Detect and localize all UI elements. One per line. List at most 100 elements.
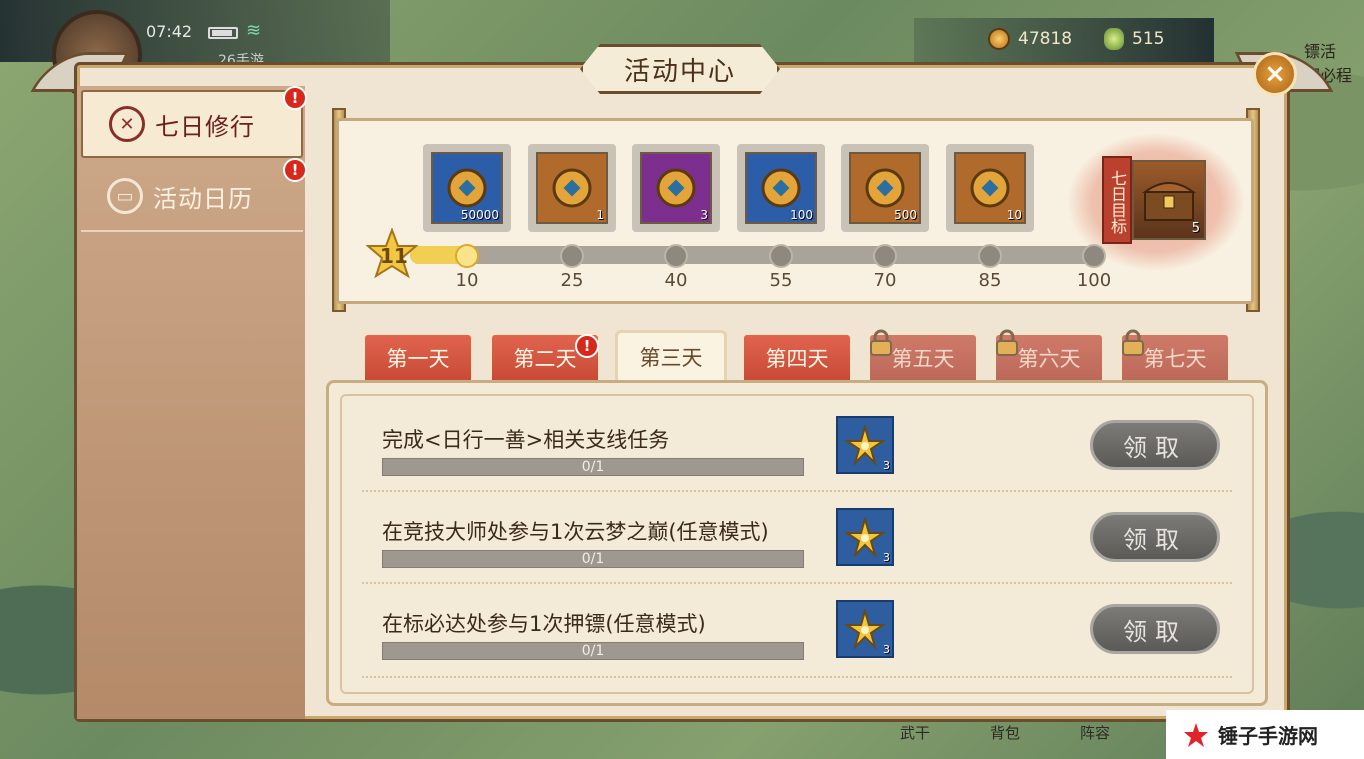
lock-icon — [996, 329, 1018, 356]
reward-frame: 3 — [640, 152, 712, 224]
task-reward-item[interactable]: 3 — [836, 508, 894, 566]
bottom-nav-item[interactable]: 武干 — [900, 722, 930, 743]
task-reward-qty: 3 — [883, 643, 890, 656]
progress-tick-label: 100 — [1076, 270, 1112, 291]
alert-badge-icon: ! — [283, 86, 307, 110]
reward-frame: 1 — [536, 152, 608, 224]
coin-counter: 47818 — [988, 28, 1072, 50]
close-icon: × — [1264, 59, 1286, 89]
tab-day-1[interactable]: 第一天 — [362, 332, 474, 384]
reward-frame: 100 — [745, 152, 817, 224]
claim-button[interactable]: 领取 — [1090, 420, 1220, 470]
claim-button[interactable]: 领取 — [1090, 512, 1220, 562]
progress-node — [873, 244, 897, 268]
progress-node — [664, 244, 688, 268]
sidebar-item-label: 七日修行 — [155, 112, 255, 141]
progress-tick-label: 85 — [978, 270, 1002, 291]
lock-icon — [1122, 329, 1144, 356]
alert-badge-icon: ! — [283, 158, 307, 182]
task-progress-text: 0/1 — [581, 643, 605, 659]
task-reward-item[interactable]: 3 — [836, 600, 894, 658]
seven-day-goal-label: 七日目标 — [1102, 156, 1132, 244]
task-title: 在标必达处参与1次押镖(任意模式) — [382, 612, 706, 636]
title-plate: 活动中心 — [580, 44, 780, 94]
reward-item[interactable]: 50000 — [423, 144, 511, 232]
sidebar-divider — [81, 230, 303, 232]
chest-icon — [970, 168, 1010, 208]
watermark-text: 锤子手游网 — [1218, 724, 1318, 748]
progress-node — [560, 244, 584, 268]
claim-button[interactable]: 领取 — [1090, 604, 1220, 654]
calendar-icon: ▭ — [107, 178, 143, 214]
bottom-nav-item[interactable]: 背包 — [990, 722, 1020, 743]
tab-day-4[interactable]: 第四天 — [741, 332, 853, 384]
task-reward-qty: 3 — [883, 551, 890, 564]
hero-portrait-icon — [552, 168, 592, 208]
task-progress-bar: 0/1 — [382, 458, 804, 476]
jade-counter: 515 — [1104, 28, 1164, 50]
reward-item[interactable]: 3 — [632, 144, 720, 232]
tab-day-6[interactable]: 第六天 — [993, 329, 1105, 384]
progress-node — [769, 244, 793, 268]
crystal-icon — [761, 168, 801, 208]
reward-item[interactable]: 10 — [946, 144, 1034, 232]
sidebar-item-label: 活动日历 — [153, 184, 253, 213]
panel-title: 活动中心 — [623, 56, 736, 87]
reward-qty: 10 — [1006, 208, 1022, 222]
pinwheel-icon — [845, 517, 885, 557]
watermark: 锤子手游网 — [1166, 710, 1364, 759]
task-title: 在竞技大师处参与1次云梦之巅(任意模式) — [382, 520, 769, 544]
close-button[interactable]: × — [1253, 52, 1297, 96]
progress-node — [1082, 244, 1106, 268]
tab-day-5[interactable]: 第五天 — [867, 329, 979, 384]
pinwheel-icon — [845, 425, 885, 465]
sidebar: ✕ 七日修行 ▭ 活动日历 — [77, 86, 305, 719]
tab-label: 第二天 — [513, 347, 577, 371]
watermark-logo-icon — [1184, 722, 1208, 747]
reward-qty: 50000 — [460, 208, 499, 222]
sidebar-item-seven-day[interactable]: ✕ 七日修行 — [81, 90, 303, 158]
progress-node — [455, 244, 479, 268]
reward-frame: 500 — [849, 152, 921, 224]
coin-icon — [988, 28, 1010, 50]
reward-qty: 1 — [596, 208, 604, 222]
coin-amount: 47818 — [1018, 29, 1073, 49]
side-event-line1: 镖活 — [1304, 42, 1337, 61]
clock-text: 07:42 — [146, 22, 193, 41]
progress-tick-label: 70 — [873, 270, 897, 291]
sidebar-item-calendar[interactable]: ▭ 活动日历 — [81, 162, 303, 230]
seven-day-icon: ✕ — [109, 106, 145, 142]
reward-item[interactable]: 1 — [528, 144, 616, 232]
alert-badge-icon: ! — [575, 334, 599, 358]
task-progress-bar: 0/1 — [382, 642, 804, 660]
tab-label: 第一天 — [386, 347, 450, 371]
reward-qty: 500 — [894, 208, 917, 222]
gift-bag-icon — [656, 168, 696, 208]
task-divider — [362, 676, 1232, 678]
task-divider — [362, 582, 1232, 584]
reward-qty: 100 — [790, 208, 813, 222]
bottom-nav-item[interactable]: 阵容 — [1080, 722, 1110, 743]
bottom-nav: 武干 背包 阵容 — [900, 722, 1110, 743]
progress-tick-label: 10 — [455, 270, 479, 291]
task-title: 完成<日行一善>相关支线任务 — [382, 428, 670, 452]
goal-chest[interactable]: 5 — [1132, 160, 1206, 240]
goal-chest-qty: 5 — [1191, 221, 1200, 236]
progress-tick-label: 40 — [664, 270, 688, 291]
chest-icon — [1142, 182, 1196, 221]
reward-item[interactable]: 500 — [841, 144, 929, 232]
tab-label: 第五天 — [891, 347, 955, 371]
reward-qty: 3 — [700, 208, 708, 222]
progress-current: 11 — [380, 244, 408, 268]
reward-item[interactable]: 100 — [737, 144, 825, 232]
progress-tick-label: 55 — [769, 270, 793, 291]
task-reward-item[interactable]: 3 — [836, 416, 894, 474]
task-reward-qty: 3 — [883, 459, 890, 472]
tab-label: 第四天 — [765, 347, 829, 371]
claim-label: 领取 — [1123, 525, 1187, 554]
claim-label: 领取 — [1123, 433, 1187, 462]
claim-label: 领取 — [1123, 617, 1187, 646]
tab-day-3[interactable]: 第三天 — [615, 330, 727, 384]
jade-icon — [865, 168, 905, 208]
tab-day-7[interactable]: 第七天 — [1119, 329, 1231, 384]
